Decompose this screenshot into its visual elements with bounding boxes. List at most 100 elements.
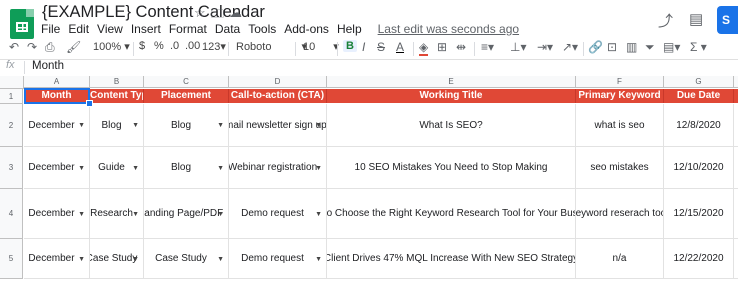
print-icon[interactable]: ⎙ <box>45 40 55 55</box>
insert-chart-icon[interactable]: ▥ <box>626 40 637 54</box>
cloud-status-icon[interactable]: ☁ <box>229 5 242 21</box>
zoom-select[interactable]: 100% ▾ <box>93 40 130 53</box>
dropdown-caret-icon[interactable]: ▼ <box>78 211 85 218</box>
dropdown-caret-icon[interactable]: ▼ <box>315 256 322 263</box>
undo-icon[interactable]: ↶ <box>9 40 19 54</box>
percent-format-button[interactable]: % <box>154 40 164 52</box>
dropdown-caret-icon[interactable]: ▼ <box>78 122 85 129</box>
bold-button[interactable]: B <box>343 40 357 52</box>
row-header-5[interactable]: 5 <box>0 239 23 279</box>
dropdown-caret-icon[interactable]: ▼ <box>315 122 322 129</box>
menu-insert[interactable]: Insert <box>131 22 161 36</box>
column-header-e[interactable]: E <box>327 76 576 88</box>
text-color-icon[interactable]: A <box>396 40 404 54</box>
menu-help[interactable]: Help <box>337 22 362 36</box>
dropdown-caret-icon[interactable]: ▼ <box>315 211 322 218</box>
column-header-f[interactable]: F <box>576 76 664 88</box>
font-size-select[interactable]: 10▾ <box>303 40 339 53</box>
column-header-h[interactable] <box>734 76 738 88</box>
dropdown-cell[interactable]: Demo request ▼ <box>229 189 327 239</box>
column-header-c[interactable]: C <box>144 76 229 88</box>
redo-icon[interactable]: ↷ <box>27 40 37 54</box>
horizontal-align-icon[interactable]: ≡▾ <box>481 40 494 54</box>
dropdown-cell[interactable]: Case Study ▼ <box>90 239 144 279</box>
menu-tools[interactable]: Tools <box>248 22 276 36</box>
vertical-align-icon[interactable]: ⊥▾ <box>510 40 526 54</box>
sheets-logo-icon[interactable] <box>10 9 34 39</box>
table-cell[interactable] <box>734 239 738 279</box>
table-cell[interactable]: what is seo <box>576 104 664 147</box>
dropdown-caret-icon[interactable]: ▼ <box>315 165 322 172</box>
column-header-b[interactable]: B <box>90 76 144 88</box>
header-cell-e[interactable]: Working Title <box>327 89 576 103</box>
last-edit-link[interactable]: Last edit was seconds ago <box>378 22 519 36</box>
dropdown-cell[interactable]: Research ▼ <box>90 189 144 239</box>
paint-format-icon[interactable]: 🖌 <box>66 40 81 54</box>
insert-link-icon[interactable]: 🔗 <box>588 40 603 54</box>
table-cell[interactable]: What Is SEO? <box>327 104 576 147</box>
strikethrough-icon[interactable]: S <box>377 40 385 54</box>
dropdown-cell[interactable]: Case Study ▼ <box>144 239 229 279</box>
dropdown-caret-icon[interactable]: ▼ <box>217 165 224 172</box>
increase-decimal-button[interactable]: .00 <box>185 40 200 52</box>
dropdown-caret-icon[interactable]: ▼ <box>132 122 139 129</box>
menu-file[interactable]: File <box>41 22 60 36</box>
dropdown-cell[interactable]: December ▼ <box>24 189 90 239</box>
italic-icon[interactable]: I <box>362 40 365 54</box>
row-header-3[interactable]: 3 <box>0 147 23 189</box>
column-header-a[interactable]: A <box>24 76 90 88</box>
table-cell[interactable] <box>734 104 738 147</box>
merge-cells-icon[interactable]: ⇹ <box>456 40 466 54</box>
dropdown-cell[interactable]: Blog ▼ <box>90 104 144 147</box>
table-cell[interactable]: 12/22/2020 <box>664 239 734 279</box>
dropdown-cell[interactable]: Guide ▼ <box>90 147 144 189</box>
table-cell[interactable]: Client Drives 47% MQL Increase With New … <box>327 239 576 279</box>
formula-input[interactable]: Month <box>32 60 64 72</box>
table-cell[interactable]: How to Choose the Right Keyword Research… <box>327 189 576 239</box>
insert-comment-icon[interactable]: ⊡ <box>607 40 617 54</box>
column-header-d[interactable]: D <box>229 76 327 88</box>
dropdown-cell[interactable]: Demo request ▼ <box>229 239 327 279</box>
table-cell[interactable]: seo mistakes <box>576 147 664 189</box>
dropdown-cell[interactable]: December ▼ <box>24 104 90 147</box>
dropdown-caret-icon[interactable]: ▼ <box>78 165 85 172</box>
header-cell-h[interactable] <box>734 89 738 103</box>
header-cell-b[interactable]: Content Type <box>90 89 144 103</box>
column-header-g[interactable]: G <box>664 76 734 88</box>
table-cell[interactable] <box>734 147 738 189</box>
row-header-1[interactable]: 1 <box>0 89 23 104</box>
dropdown-cell[interactable]: December ▼ <box>24 147 90 189</box>
table-cell[interactable]: 12/15/2020 <box>664 189 734 239</box>
header-cell-c[interactable]: Placement <box>144 89 229 103</box>
dropdown-caret-icon[interactable]: ▼ <box>132 211 139 218</box>
menu-format[interactable]: Format <box>169 22 207 36</box>
text-wrap-icon[interactable]: ⇥▾ <box>537 40 553 54</box>
activity-trend-icon[interactable]: ⤴ <box>658 10 673 31</box>
font-select[interactable]: Roboto ▾ <box>236 40 307 53</box>
dropdown-cell[interactable]: Blog ▼ <box>144 147 229 189</box>
menu-data[interactable]: Data <box>215 22 240 36</box>
fill-handle[interactable] <box>86 100 93 107</box>
dropdown-cell[interactable]: Blog ▼ <box>144 104 229 147</box>
filter-icon[interactable]: ⏷ <box>645 40 655 55</box>
table-cell[interactable]: n/a <box>576 239 664 279</box>
dropdown-caret-icon[interactable]: ▼ <box>132 165 139 172</box>
currency-format-button[interactable]: $ <box>139 40 145 52</box>
row-header-2[interactable]: 2 <box>0 104 23 147</box>
dropdown-cell[interactable]: Email newsletter sign up ▼ <box>229 104 327 147</box>
table-cell[interactable]: 12/8/2020 <box>664 104 734 147</box>
dropdown-caret-icon[interactable]: ▼ <box>217 211 224 218</box>
text-rotation-icon[interactable]: ↗▾ <box>562 40 578 54</box>
dropdown-caret-icon[interactable]: ▼ <box>78 256 85 263</box>
dropdown-caret-icon[interactable]: ▼ <box>217 256 224 263</box>
table-cell[interactable]: 12/10/2020 <box>664 147 734 189</box>
table-cell[interactable]: 10 SEO Mistakes You Need to Stop Making <box>327 147 576 189</box>
menu-addons[interactable]: Add-ons <box>284 22 329 36</box>
menu-edit[interactable]: Edit <box>68 22 89 36</box>
menu-view[interactable]: View <box>97 22 123 36</box>
share-button[interactable]: S <box>717 6 738 34</box>
dropdown-cell[interactable]: Landing Page/PDF ▼ <box>144 189 229 239</box>
dropdown-cell[interactable]: December ▼ <box>24 239 90 279</box>
row-header-4[interactable]: 4 <box>0 189 23 239</box>
more-formats-select[interactable]: 123▾ <box>202 40 226 53</box>
